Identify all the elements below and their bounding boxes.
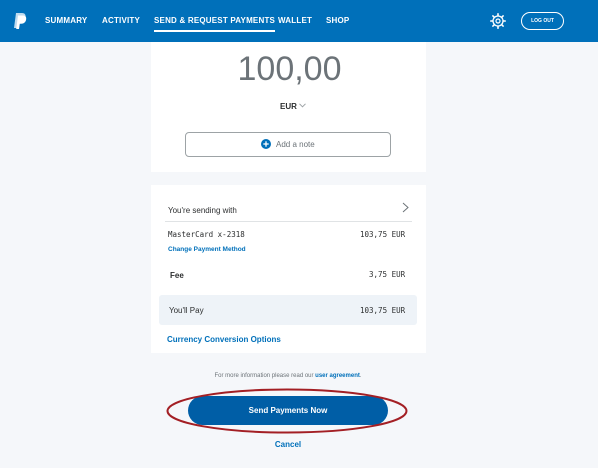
- total-amount: 103,75 EUR: [360, 306, 406, 315]
- payment-method-name: MasterCard x-2318: [168, 230, 245, 239]
- payment-method-amount: 103,75 EUR: [360, 230, 406, 239]
- sending-with-heading: You're sending with: [168, 206, 237, 215]
- agreement-info: For more information please read our use…: [0, 373, 576, 379]
- chevron-down-icon[interactable]: [299, 103, 306, 108]
- add-note-button[interactable]: Add a note: [185, 132, 391, 157]
- nav-shop[interactable]: SHOP: [326, 16, 349, 25]
- agreement-text: For more information please read our: [214, 373, 316, 379]
- paypal-logo[interactable]: [13, 12, 27, 30]
- agreement-suffix: .: [359, 373, 362, 379]
- chevron-right-icon[interactable]: [402, 202, 409, 213]
- fee-label: Fee: [170, 271, 184, 280]
- currency-selector[interactable]: EUR: [280, 102, 297, 111]
- add-note-label: Add a note: [276, 140, 315, 149]
- logout-button[interactable]: LOG OUT: [521, 12, 564, 30]
- currency-conversion-link[interactable]: Currency Conversion Options: [167, 335, 281, 344]
- send-payments-now-button[interactable]: Send Payments Now: [188, 396, 388, 425]
- divider: [165, 221, 412, 222]
- change-payment-method-link[interactable]: Change Payment Method: [168, 246, 246, 253]
- top-nav: SUMMARY ACTIVITY SEND & REQUEST PAYMENTS…: [0, 0, 598, 42]
- cancel-label[interactable]: Cancel: [275, 440, 301, 449]
- payment-amount: 100,00: [237, 50, 342, 88]
- nav-send-request[interactable]: SEND & REQUEST PAYMENTS: [154, 16, 276, 32]
- nav-activity[interactable]: ACTIVITY: [102, 16, 140, 25]
- cancel-link[interactable]: Cancel: [0, 440, 576, 449]
- fee-amount: 3,75 EUR: [369, 270, 406, 279]
- user-agreement-link[interactable]: user agreement: [315, 373, 360, 379]
- total-label: You'll Pay: [169, 306, 204, 315]
- nav-summary[interactable]: SUMMARY: [45, 16, 87, 25]
- plus-circle-icon: [261, 139, 271, 149]
- nav-wallet[interactable]: WALLET: [278, 16, 312, 25]
- gear-icon[interactable]: [490, 13, 506, 29]
